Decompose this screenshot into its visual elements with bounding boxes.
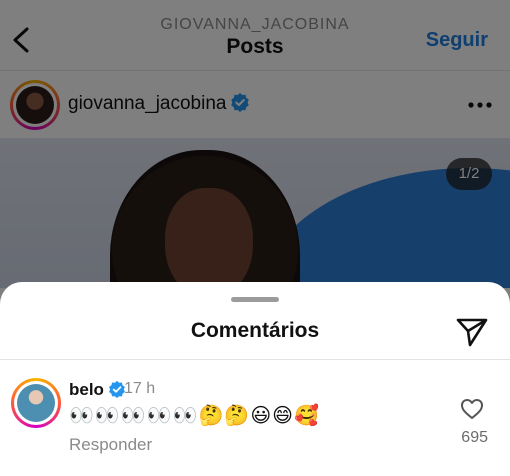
comment-text: 👀👀👀👀👀🤔🤔😃😄🥰: [69, 403, 320, 427]
comment-item: belo 17 h 👀👀👀👀👀🤔🤔😃😄🥰 Responder 695: [0, 360, 510, 476]
sheet-title: Comentários: [190, 319, 320, 342]
reply-button[interactable]: Responder: [69, 435, 152, 455]
comment-avatar[interactable]: [11, 378, 61, 428]
sheet-grabber[interactable]: [231, 297, 279, 302]
heart-outline-icon[interactable]: [460, 398, 484, 420]
like-count: 695: [461, 429, 488, 446]
comment-username[interactable]: belo: [69, 380, 104, 399]
comment-timestamp: 17 h: [124, 380, 156, 397]
send-icon[interactable]: [456, 317, 488, 347]
comments-sheet: Comentários belo 17 h 👀👀👀👀👀🤔🤔😃😄🥰 Respond…: [0, 282, 510, 476]
